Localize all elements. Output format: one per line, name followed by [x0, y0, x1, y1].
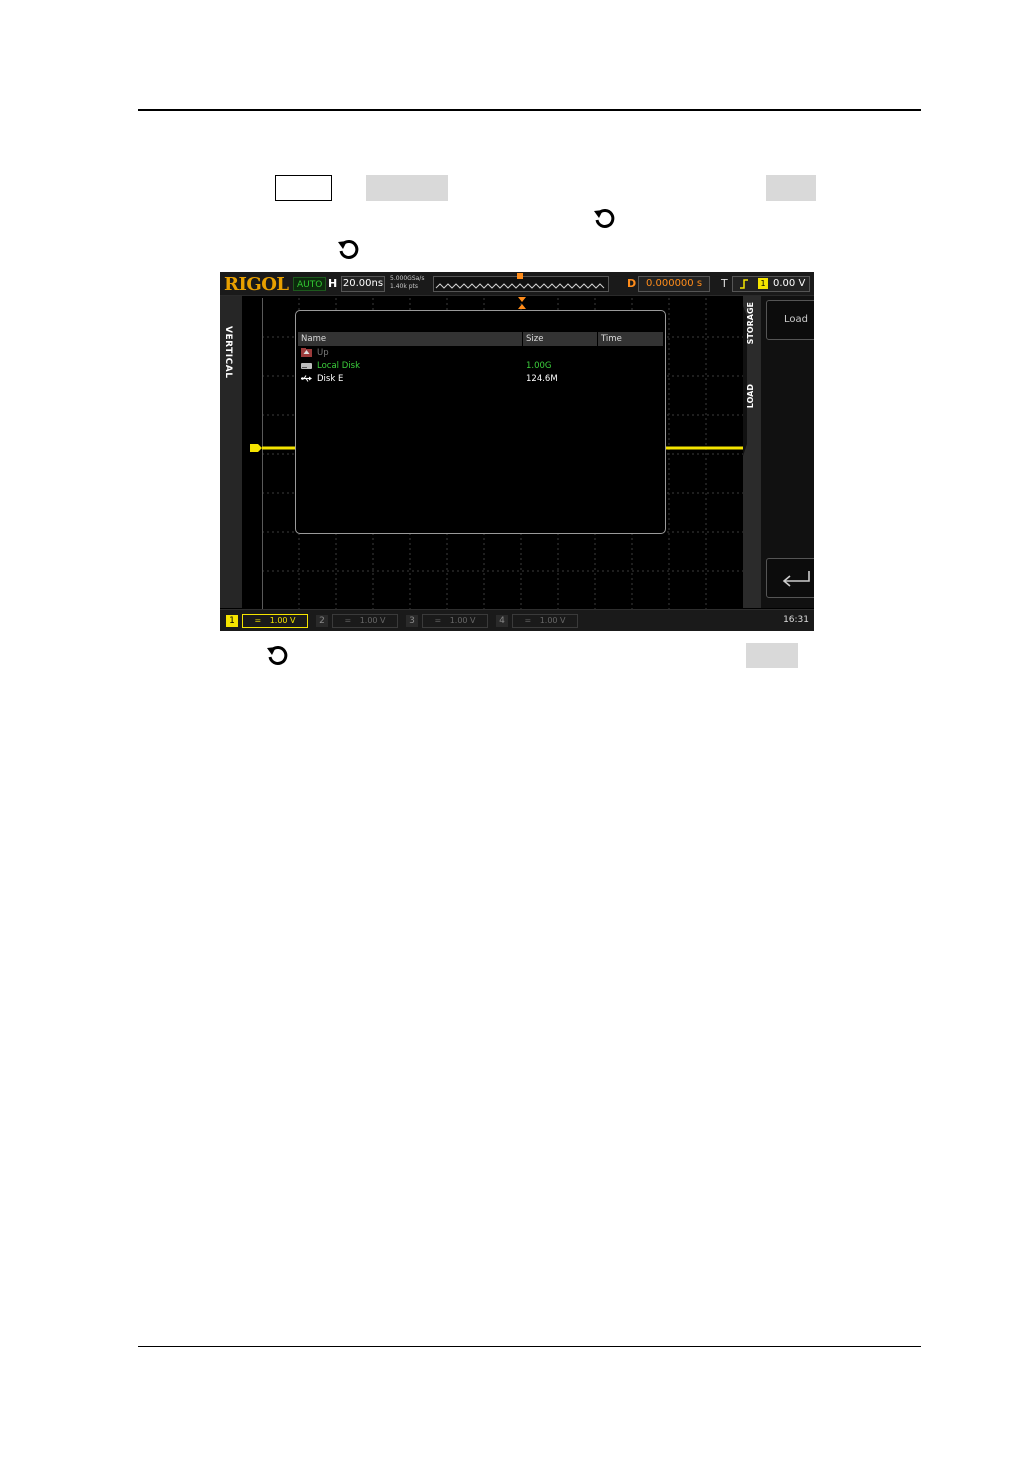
column-name: Name: [301, 334, 327, 344]
storage-tab[interactable]: STORAGE: [746, 302, 755, 344]
memory-depth: 1.40k pts: [390, 283, 419, 290]
disk-drive-icon: [301, 363, 312, 369]
rotate-knob-icon: [267, 645, 288, 665]
trigger-settings: 1 0.00 V: [732, 276, 810, 292]
coupling-symbol: =: [434, 616, 442, 625]
coupling-symbol: =: [344, 616, 352, 625]
file-name: Up: [317, 348, 329, 358]
channel-scale-value: 1.00 V: [539, 616, 566, 625]
channel1-badge[interactable]: 1: [226, 615, 238, 627]
trigger-marker-icon: [518, 297, 526, 309]
channel2-scale[interactable]: = 1.00 V: [332, 614, 398, 628]
file-name: Local Disk: [317, 361, 360, 371]
system-clock: 16:31: [783, 615, 809, 625]
sample-info: 5.000GSa/s 1.40k pts: [390, 275, 424, 291]
column-divider: [522, 332, 523, 346]
channel3-badge[interactable]: 3: [406, 615, 418, 627]
load-tab[interactable]: LOAD: [746, 384, 755, 408]
channel4-scale[interactable]: = 1.00 V: [512, 614, 578, 628]
trigger-level: 0.00 V: [773, 278, 806, 289]
header-rule: [138, 109, 921, 111]
memory-overview: [433, 273, 609, 292]
softkey-highlight-1: [366, 175, 448, 201]
oscilloscope-screen: RIGOL AUTO H 20.00ns 5.000GSa/s 1.40k pt…: [220, 272, 814, 631]
channel-scale-value: 1.00 V: [449, 616, 476, 625]
run-status: AUTO: [293, 277, 327, 291]
file-size: 124.6M: [526, 374, 558, 384]
channel4-badge[interactable]: 4: [496, 615, 508, 627]
storage-softkey-menu: STORAGE LOAD Load: [743, 296, 814, 608]
coupling-symbol: =: [254, 616, 262, 625]
column-time: Time: [601, 334, 622, 344]
coupling-symbol: =: [524, 616, 532, 625]
channel-scale-value: 1.00 V: [359, 616, 386, 625]
file-list-header: Name Size Time: [298, 332, 663, 346]
channel-scale-value: 1.00 V: [269, 616, 296, 625]
status-bar: RIGOL AUTO H 20.00ns 5.000GSa/s 1.40k pt…: [220, 272, 814, 296]
file-size: 1.00G: [526, 361, 552, 371]
rising-edge-icon: [740, 279, 748, 289]
file-name: Disk E: [317, 374, 344, 384]
delay-label: D: [627, 277, 637, 290]
return-button[interactable]: [766, 558, 814, 598]
timebase-value: 20.00ns: [341, 276, 385, 292]
trigger-position-marker-icon: [517, 273, 523, 279]
load-button[interactable]: Load: [766, 300, 814, 340]
vertical-tab-label: VERTICAL: [223, 326, 233, 379]
delay-value: 0.000000 s: [638, 276, 710, 292]
channel3-scale[interactable]: = 1.00 V: [422, 614, 488, 628]
rotate-knob-icon: [338, 239, 359, 259]
sample-rate: 5.000GSa/s: [390, 275, 425, 282]
footer-rule: [138, 1346, 921, 1347]
vertical-tab[interactable]: VERTICAL: [220, 296, 242, 608]
softkey-highlight-2: [766, 175, 816, 201]
folder-up-icon: [301, 348, 312, 357]
return-arrow-icon: [782, 571, 810, 587]
channel2-badge[interactable]: 2: [316, 615, 328, 627]
usb-icon: [301, 375, 312, 382]
trigger-source-badge: 1: [758, 278, 768, 289]
front-panel-key: [275, 175, 332, 201]
trigger-label: T: [721, 277, 728, 290]
horizontal-label: H: [328, 277, 338, 290]
brand-logo: RIGOL: [224, 274, 289, 295]
channel-bar: 1 = 1.00 V 2 = 1.00 V 3 = 1.00 V 4 = 1.0…: [220, 609, 814, 631]
channel1-offset-marker-icon: [250, 444, 262, 452]
column-divider: [597, 332, 598, 346]
file-browser-dialog: Name Size Time Up Local Disk 1.00G Disk …: [295, 310, 666, 534]
softkey-highlight-3: [746, 643, 798, 668]
rotate-knob-icon: [594, 208, 615, 228]
channel1-scale[interactable]: = 1.00 V: [242, 614, 308, 628]
column-size: Size: [526, 334, 544, 344]
